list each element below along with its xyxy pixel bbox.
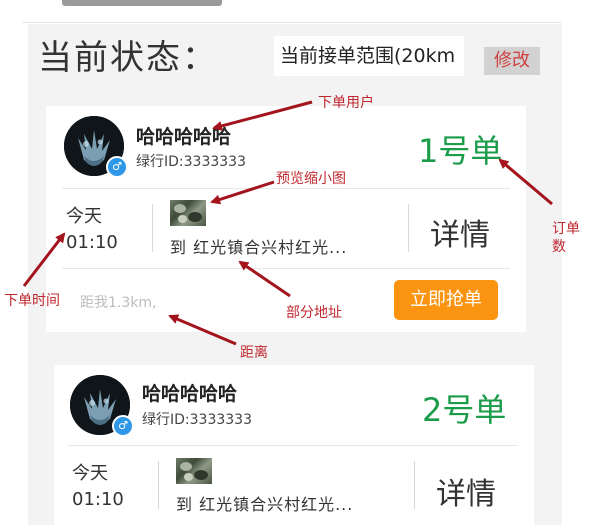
divider [414,461,415,509]
top-bar-title-fragment [62,0,222,6]
divider [152,204,153,252]
order-number: 2号单 [422,391,507,429]
detail-link[interactable]: 详情 [436,469,496,513]
username: 哈哈哈哈哈 [142,383,238,405]
divider [68,445,518,446]
partial-address: 到 红光镇合兴村红光... [170,238,348,257]
partial-address: 到 红光镇合兴村红光... [176,495,354,514]
annotation-thumbnail: 预览缩小图 [276,171,346,187]
preview-thumbnail[interactable] [176,458,212,484]
order-time: 01:10 [66,232,118,253]
preview-thumbnail[interactable] [170,200,206,226]
edit-range-button[interactable]: 修改 [484,47,540,75]
order-range-display: 当前接单范围(20km [274,36,464,76]
annotation-order-user: 下单用户 [318,95,374,111]
order-date: 今天 [66,206,102,227]
grab-order-button[interactable]: 立即抢单 [394,280,498,320]
annotation-order-number-line1: 订单 [552,221,580,237]
green-id: 绿行ID:3333333 [142,412,252,428]
order-list-screen: 当前状态： 当前接单范围(20km 修改 ♂ 哈哈哈哈哈 绿行ID:333333… [0,0,594,525]
divider [408,204,409,252]
current-status-label: 当前状态： [38,38,218,78]
order-number: 1号单 [418,132,503,170]
divider [62,188,510,189]
distance-text: 距我1.3km, [80,295,157,311]
order-card: ♂ 哈哈哈哈哈 绿行ID:3333333 2号单 今天 01:10 到 红光镇合… [54,365,534,525]
annotation-order-number-line2: 数 [552,239,566,255]
verified-badge-icon: ♂ [112,415,134,437]
annotation-order-time: 下单时间 [4,293,60,309]
avatar[interactable]: ♂ [70,375,134,437]
verified-badge-icon: ♂ [106,156,128,178]
order-card: ♂ 哈哈哈哈哈 绿行ID:3333333 1号单 今天 01:10 到 红光镇合… [46,106,526,332]
divider [158,461,159,509]
annotation-partial-address: 部分地址 [286,305,342,321]
green-id: 绿行ID:3333333 [136,154,246,170]
top-bar-cropped [22,0,562,23]
annotation-distance: 距离 [240,345,268,361]
username: 哈哈哈哈哈 [136,126,232,148]
order-time: 01:10 [72,489,124,510]
detail-link[interactable]: 详情 [430,210,490,254]
divider [62,268,510,269]
avatar[interactable]: ♂ [64,116,128,178]
order-date: 今天 [72,463,108,484]
